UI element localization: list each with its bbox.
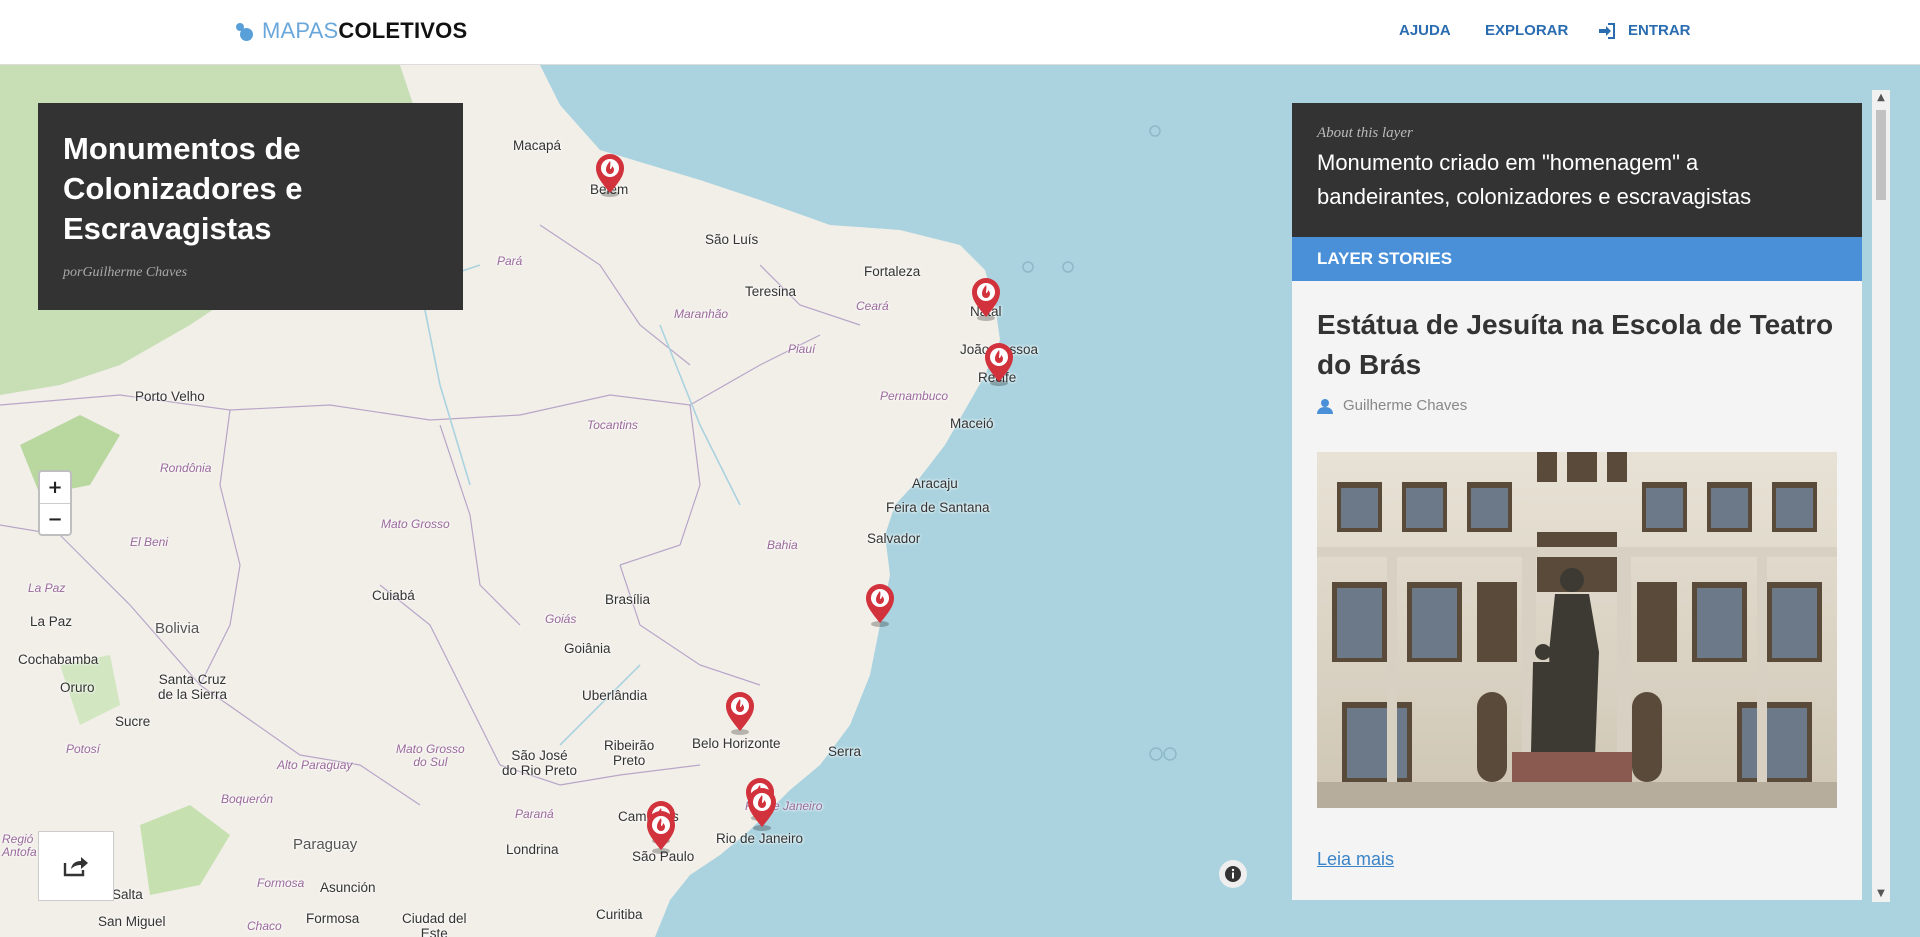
map-label-sao-luis: São Luís bbox=[705, 232, 759, 247]
map-label-state-goias: Goiás bbox=[545, 612, 577, 626]
info-icon bbox=[1225, 866, 1241, 882]
map-label-state-tocantins: Tocantins bbox=[587, 418, 638, 432]
map-label-macapa: Macapá bbox=[513, 138, 562, 153]
map-label-teresina: Teresina bbox=[745, 284, 797, 299]
map-label-sao-jose: São José do Rio Preto bbox=[502, 748, 578, 778]
map-label-porto-velho: Porto Velho bbox=[135, 389, 205, 404]
map-label-santa-cruz: Santa Cruz de la Sierra bbox=[158, 672, 228, 702]
logo-text-light: MAPAS bbox=[262, 18, 339, 43]
map-label-paraguay: Paraguay bbox=[293, 836, 358, 853]
about-layer-description: Monumento criado em "homenagem" a bandei… bbox=[1317, 150, 1752, 209]
about-layer-kicker: About this layer bbox=[1317, 125, 1413, 141]
nav-ajuda-link[interactable]: AJUDA bbox=[1399, 22, 1451, 39]
map-label-brasilia: Brasília bbox=[605, 592, 651, 607]
map-label-belo-horizonte: Belo Horizonte bbox=[692, 736, 781, 751]
story-author-row: Guilherme Chaves bbox=[1317, 397, 1837, 414]
map-marker-natal[interactable] bbox=[970, 277, 1002, 321]
map-label-rio: Rio de Janeiro bbox=[716, 831, 804, 846]
map-label-state-parana: Paraná bbox=[515, 807, 554, 821]
mapas-coletivos-logo[interactable]: MAPASCOLETIVOS bbox=[234, 18, 467, 44]
story-photo[interactable] bbox=[1317, 452, 1837, 808]
map-label-state-regio: Regió Antofa bbox=[2, 832, 37, 860]
map-label-state-ceara: Ceará bbox=[856, 299, 889, 313]
map-label-state-formosa: Formosa bbox=[257, 876, 305, 890]
map-label-goiania: Goiânia bbox=[564, 641, 611, 656]
map-label-state-para: Pará bbox=[497, 254, 523, 268]
map-label-state-el-beni: El Beni bbox=[130, 535, 169, 549]
map-label-asuncion: Asunción bbox=[320, 880, 376, 895]
map-label-curitiba: Curitiba bbox=[596, 907, 643, 922]
logo-icon bbox=[234, 21, 254, 41]
logo-text-bold: COLETIVOS bbox=[338, 18, 468, 43]
map-label-salta: Salta bbox=[112, 887, 143, 902]
top-navbar: MAPASCOLETIVOS AJUDA EXPLORAR ENTRAR bbox=[0, 0, 1920, 65]
nav-explorar-link[interactable]: EXPLORAR bbox=[1485, 22, 1568, 39]
story-author: Guilherme Chaves bbox=[1343, 397, 1468, 414]
map-marker-rio-2[interactable] bbox=[746, 787, 778, 831]
layer-side-panel: About this layer Monumento criado em "ho… bbox=[1292, 103, 1862, 900]
map-label-aracaju: Aracaju bbox=[912, 476, 958, 491]
map-label-la-paz: La Paz bbox=[30, 614, 73, 629]
share-button[interactable] bbox=[38, 831, 114, 901]
map-label-san-miguel: San Miguel bbox=[98, 914, 166, 929]
map-label-londrina: Londrina bbox=[506, 842, 559, 857]
layer-author: porGuilherme Chaves bbox=[63, 265, 188, 280]
map-label-state-chaco: Chaco bbox=[247, 919, 282, 933]
map-label-cochabamba: Cochabamba bbox=[18, 652, 99, 667]
panel-scrollbar[interactable]: ▲ ▼ bbox=[1872, 90, 1890, 902]
map-label-state-maranhao: Maranhão bbox=[674, 307, 729, 321]
map-info-button[interactable] bbox=[1219, 860, 1247, 888]
map-label-ribeirao-preto: Ribeirão Preto bbox=[604, 738, 655, 768]
scroll-down-arrow-icon[interactable]: ▼ bbox=[1872, 886, 1890, 902]
map-label-salvador: Salvador bbox=[867, 531, 921, 546]
map-label-oruro: Oruro bbox=[60, 680, 95, 695]
layer-title-box: Monumentos de Colonizadores e Escravagis… bbox=[38, 103, 463, 310]
read-more-link[interactable]: Leia mais bbox=[1317, 849, 1394, 870]
map-label-fortaleza: Fortaleza bbox=[864, 264, 921, 279]
map-label-state-piaui: Piauí bbox=[788, 342, 816, 356]
layer-stories-bar: LAYER STORIES bbox=[1292, 237, 1862, 281]
user-icon bbox=[1317, 398, 1333, 414]
zoom-out-button[interactable]: − bbox=[40, 503, 70, 534]
share-icon bbox=[63, 857, 88, 877]
map-label-state-boqueron: Boquerón bbox=[221, 792, 274, 806]
map-marker-recife[interactable] bbox=[983, 342, 1015, 386]
map-label-feira: Feira de Santana bbox=[886, 500, 990, 515]
map-label-formosa: Formosa bbox=[306, 911, 360, 926]
map-label-serra: Serra bbox=[828, 744, 862, 759]
map-label-state-la-paz: La Paz bbox=[28, 581, 66, 595]
map-label-state-bahia: Bahia bbox=[767, 538, 798, 552]
map-label-ciudad-del-este: Ciudad del Este bbox=[402, 911, 467, 937]
map-label-state-alto-paraguay: Alto Paraguay bbox=[277, 758, 353, 772]
map-label-cuiaba: Cuiabá bbox=[372, 588, 415, 603]
sign-in-icon bbox=[1599, 22, 1615, 39]
map-label-bolivia: Bolivia bbox=[155, 620, 200, 637]
map-marker-bahia-coast[interactable] bbox=[864, 583, 896, 627]
map-label-state-mato-grosso: Mato Grosso bbox=[381, 517, 450, 531]
map-marker-belem[interactable] bbox=[594, 153, 626, 197]
story-title[interactable]: Estátua de Jesuíta na Escola de Teatro d… bbox=[1317, 305, 1837, 385]
map-label-state-ms: Mato Grosso do Sul bbox=[396, 742, 465, 770]
map-label-state-potosi: Potosí bbox=[66, 742, 101, 756]
nav-entrar-link[interactable]: ENTRAR bbox=[1598, 22, 1691, 39]
map-label-state-pernambuco: Pernambuco bbox=[880, 389, 949, 403]
scroll-up-arrow-icon[interactable]: ▲ bbox=[1872, 90, 1890, 106]
map-label-uberlandia: Uberlândia bbox=[582, 688, 648, 703]
zoom-control: + − bbox=[38, 470, 72, 536]
map-marker-sao-paulo[interactable] bbox=[645, 810, 677, 854]
scrollbar-thumb[interactable] bbox=[1876, 110, 1886, 200]
map-label-state-rondonia: Rondônia bbox=[160, 461, 212, 475]
layer-title: Monumentos de Colonizadores e Escravagis… bbox=[63, 131, 303, 246]
zoom-in-button[interactable]: + bbox=[40, 472, 70, 503]
map-marker-belo-horizonte[interactable] bbox=[724, 691, 756, 735]
story-card[interactable]: Estátua de Jesuíta na Escola de Teatro d… bbox=[1292, 281, 1862, 900]
map-label-maceio: Maceió bbox=[950, 416, 994, 431]
about-layer-header: About this layer Monumento criado em "ho… bbox=[1292, 103, 1862, 237]
map-label-sucre: Sucre bbox=[115, 714, 151, 729]
